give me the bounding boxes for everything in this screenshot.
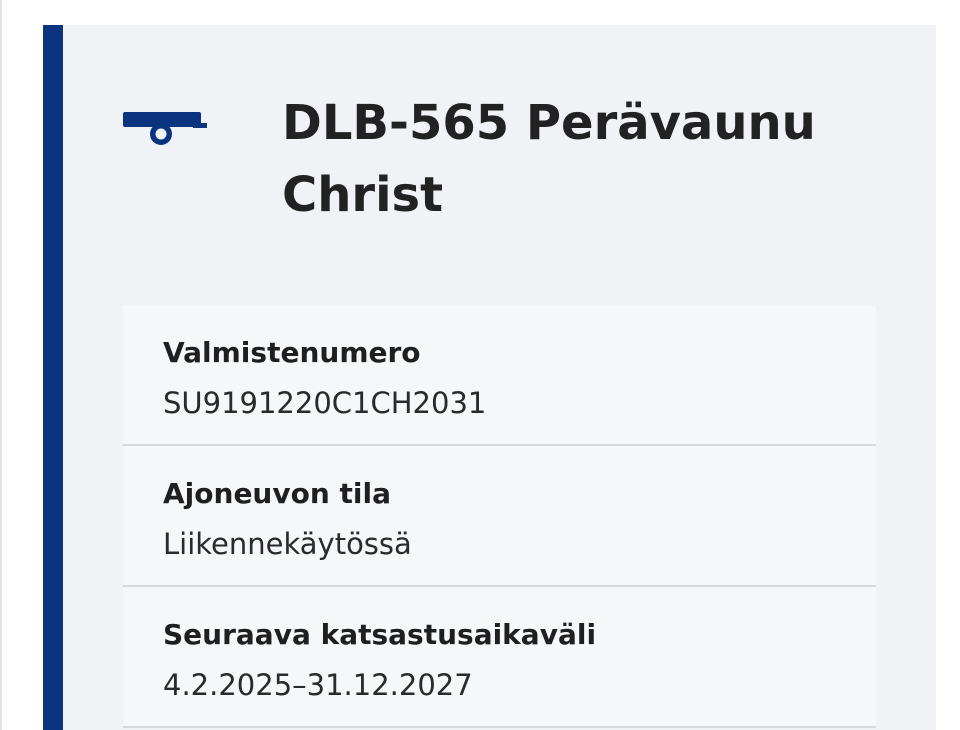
detail-label: Seuraava katsastusaikaväli (163, 618, 597, 651)
detail-value: SU9191220C1CH2031 (163, 386, 487, 420)
detail-value: 4.2.2025–31.12.2027 (163, 668, 473, 702)
vehicle-details-list: Valmistenumero SU9191220C1CH2031 Ajoneuv… (123, 305, 876, 728)
detail-label: Ajoneuvon tila (163, 477, 392, 510)
vehicle-title-line2: Christ (282, 167, 444, 223)
detail-row-vehicle-status: Ajoneuvon tila Liikennekäytössä (123, 446, 876, 587)
detail-row-next-inspection-period: Seuraava katsastusaikaväli 4.2.2025–31.1… (123, 587, 876, 728)
detail-value: Liikennekäytössä (163, 527, 412, 561)
trailer-icon (123, 112, 207, 145)
detail-row-manufacturer-number: Valmistenumero SU9191220C1CH2031 (123, 305, 876, 446)
card-accent-bar (43, 25, 63, 730)
vehicle-card: DLB-565 Perävaunu Christ Valmistenumero … (43, 25, 936, 730)
page-edge-divider (0, 0, 2, 730)
vehicle-title: DLB-565 Perävaunu Christ (282, 87, 882, 231)
vehicle-title-line1: DLB-565 Perävaunu (282, 95, 816, 151)
detail-label: Valmistenumero (163, 336, 421, 369)
